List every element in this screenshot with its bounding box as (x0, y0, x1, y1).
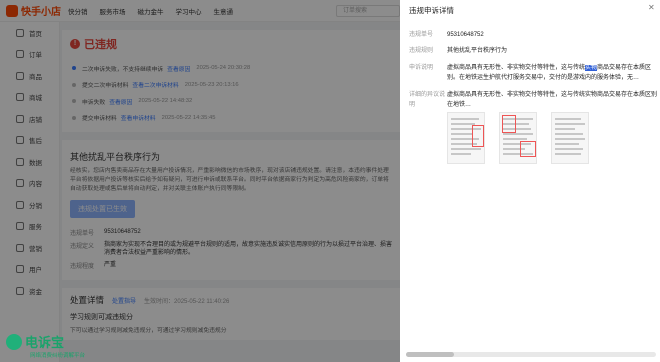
drawer-title: 违规申诉详情 (409, 6, 454, 15)
appeal-text: 虚拟商品具有无形性、非实物交付等特性，这与传统 (447, 65, 586, 71)
drawer-row-rule: 违规规则 其他扰乱平台秩序行为 (409, 46, 657, 56)
appeal-detail-drawer: 违规申诉详情 ✕ 违规单号 95310648752 违规规则 其他扰乱平台秩序行… (400, 0, 660, 362)
drawer-value: 95310648752 (447, 32, 484, 38)
watermark-logo-icon (6, 333, 22, 350)
drawer-row-objection: 详细的异议说明 虚拟商品具有无形性、非实物交付等特性，这与传统实物商品交易存在本… (409, 90, 657, 110)
drawer-value: 虚拟商品具有无形性、非实物交付等特性，这与传统实物商品交易存在本质区别在地铁… (447, 92, 658, 108)
watermark-title: 电诉宝 (25, 335, 65, 350)
evidence-image-3[interactable] (551, 112, 589, 164)
drawer-label: 详细的异议说明 (409, 92, 446, 108)
drawer-label: 违规单号 (409, 32, 434, 38)
evidence-image-2[interactable] (499, 112, 537, 164)
close-icon[interactable]: ✕ (648, 3, 655, 12)
drawer-row-violation-no: 违规单号 95310648752 (409, 30, 657, 40)
drawer-row-appeal-desc: 申诉说明 虚拟商品具有无形性、非实物交付等特性，这与传统实物商品交易存在本质区别… (409, 63, 657, 83)
watermark-subtitle: 网络消费纠纷调解平台 (30, 353, 86, 359)
highlighted-text: 实物 (585, 65, 598, 71)
drawer-label: 违规规则 (409, 48, 434, 54)
modal-overlay[interactable] (0, 0, 400, 362)
scrollbar-thumb[interactable] (406, 352, 454, 357)
evidence-image-1[interactable] (447, 112, 485, 164)
horizontal-scrollbar[interactable] (406, 352, 656, 357)
evidence-thumbnails (447, 112, 589, 164)
drawer-value: 虚拟商品具有无形性、非实物交付等特性，这与传统实物商品交易存在本质区别。在地铁运… (447, 63, 657, 83)
drawer-label: 申诉说明 (409, 65, 434, 71)
drawer-value: 其他扰乱平台秩序行为 (447, 48, 508, 54)
watermark: 电诉宝 网络消费纠纷调解平台 (6, 332, 85, 359)
